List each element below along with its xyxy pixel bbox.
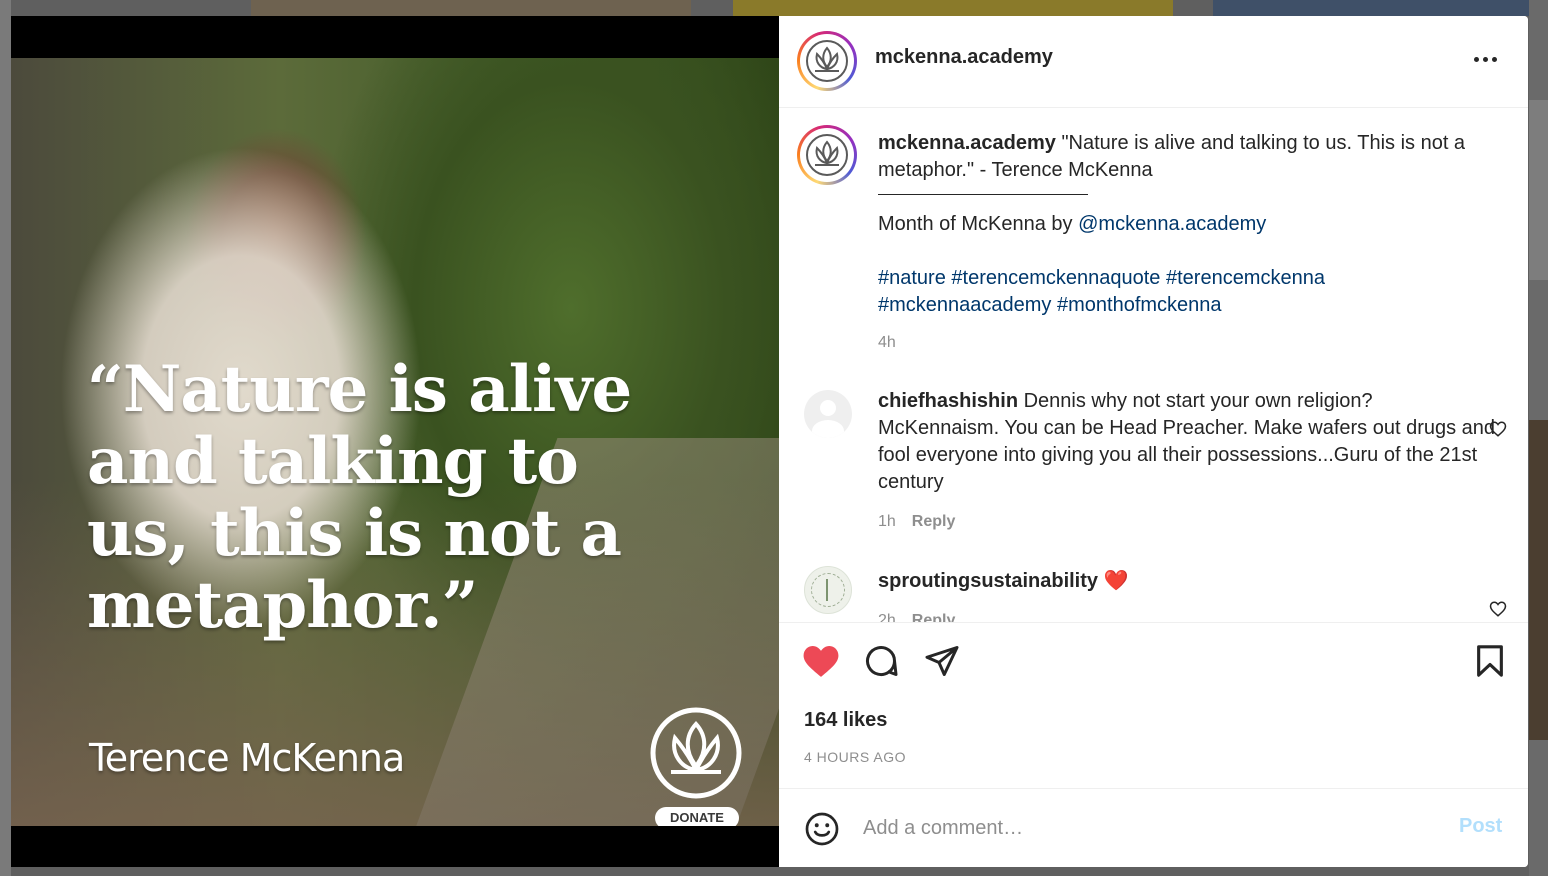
like-heart-icon[interactable] bbox=[802, 643, 840, 679]
comment-item: chiefhashishin Dennis why not start your… bbox=[878, 388, 1498, 535]
likes-count[interactable]: 164 likes bbox=[804, 709, 887, 732]
lotus-logo-icon bbox=[650, 707, 742, 799]
comment-time[interactable]: 1h bbox=[878, 513, 896, 530]
image-quote-author: Terence McKenna bbox=[89, 736, 405, 780]
post-side-panel: mckenna.academy mckenna.academy "Nature … bbox=[779, 16, 1528, 867]
comment-heart-emoji: ❤️ bbox=[1103, 570, 1129, 592]
lotus-logo-icon bbox=[806, 134, 848, 176]
comment-username[interactable]: sproutingsustainability bbox=[878, 570, 1098, 592]
save-bookmark-icon[interactable] bbox=[1475, 644, 1505, 678]
comment-like-heart-icon[interactable] bbox=[1489, 420, 1507, 438]
background-feed-tile bbox=[251, 0, 691, 16]
post-header: mckenna.academy bbox=[779, 16, 1528, 108]
share-send-icon[interactable] bbox=[924, 643, 960, 679]
post-modal: “Nature is alive and talking to us, this… bbox=[11, 16, 1528, 867]
background-feed-right bbox=[1529, 0, 1548, 876]
comment-bubble-icon[interactable] bbox=[863, 643, 899, 679]
caption-series-line: Month of McKenna by @mckenna.academy bbox=[878, 211, 1498, 238]
comment-like-heart-icon[interactable] bbox=[1489, 600, 1507, 618]
comment-avatar[interactable] bbox=[804, 566, 852, 614]
more-horizontal-icon[interactable] bbox=[1474, 57, 1500, 63]
caption-username[interactable]: mckenna.academy bbox=[878, 132, 1056, 154]
caption-series-prefix: Month of McKenna by bbox=[878, 213, 1079, 235]
comment-meta: 1h Reply bbox=[878, 508, 1498, 535]
background-feed-left bbox=[0, 0, 11, 876]
post-caption: mckenna.academy "Nature is alive and tal… bbox=[878, 130, 1498, 356]
post-timestamp[interactable]: 4 HOURS AGO bbox=[804, 749, 906, 765]
caption-divider bbox=[878, 194, 1088, 196]
caption-mention-link[interactable]: @mckenna.academy bbox=[1078, 213, 1266, 235]
emoji-smiley-icon[interactable] bbox=[804, 811, 840, 847]
comment-avatar[interactable] bbox=[804, 390, 852, 438]
comments-list[interactable]: mckenna.academy "Nature is alive and tal… bbox=[779, 108, 1528, 622]
comment-meta: 2h Reply bbox=[878, 607, 1498, 622]
background-feed-tile bbox=[733, 0, 1173, 16]
background-feed-tile bbox=[1213, 0, 1543, 16]
add-comment-input[interactable] bbox=[863, 813, 1423, 843]
comment-reply-button[interactable]: Reply bbox=[912, 612, 956, 622]
header-avatar[interactable] bbox=[797, 31, 857, 91]
caption-avatar[interactable] bbox=[797, 125, 857, 185]
caption-hashtags-line2[interactable]: #mckennaacademy #monthofmckenna bbox=[878, 292, 1498, 319]
donate-badge[interactable]: DONATE bbox=[655, 807, 739, 826]
post-comment-button[interactable]: Post bbox=[1459, 815, 1502, 838]
image-quote-text: “Nature is alive and talking to us, this… bbox=[87, 352, 632, 643]
header-username[interactable]: mckenna.academy bbox=[875, 46, 1053, 69]
post-actions: 164 likes 4 HOURS AGO bbox=[779, 622, 1528, 789]
add-comment-bar: Post bbox=[779, 788, 1528, 867]
comment-item: sproutingsustainability ❤️ 2h Reply bbox=[878, 568, 1498, 622]
post-media: “Nature is alive and talking to us, this… bbox=[11, 16, 779, 867]
caption-hashtags-line1[interactable]: #nature #terencemckennaquote #terencemck… bbox=[878, 265, 1498, 292]
caption-time[interactable]: 4h bbox=[878, 329, 1498, 356]
lotus-logo-icon bbox=[806, 40, 848, 82]
post-photo[interactable]: “Nature is alive and talking to us, this… bbox=[11, 58, 779, 826]
comment-username[interactable]: chiefhashishin bbox=[878, 390, 1018, 412]
comment-reply-button[interactable]: Reply bbox=[912, 513, 956, 530]
comment-time[interactable]: 2h bbox=[878, 612, 896, 622]
